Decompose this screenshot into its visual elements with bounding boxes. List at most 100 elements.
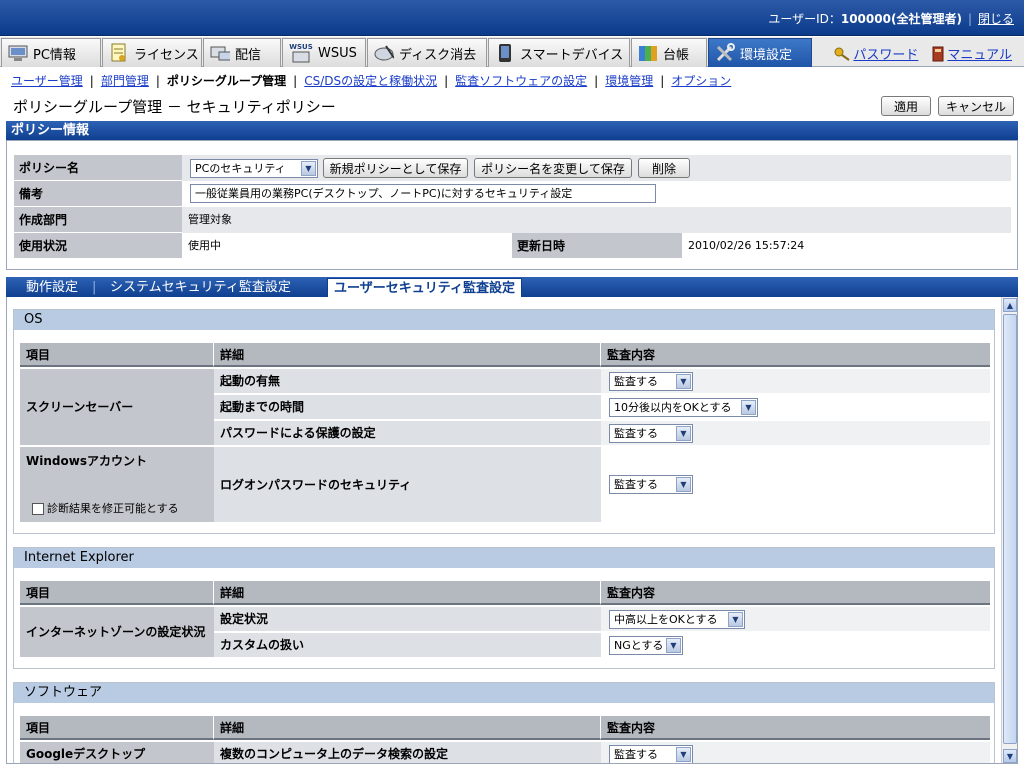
tab-wsus[interactable]: WSUS WSUS <box>282 38 366 67</box>
logon-password-select[interactable]: 監査する ▼ <box>609 475 693 494</box>
column-detail: 詳細 <box>214 343 601 367</box>
google-desktop-select[interactable]: 監査する ▼ <box>609 745 693 763</box>
detail-multi-computer-search: 複数のコンピュータ上のデータ検索の設定 <box>214 742 601 763</box>
policy-name-row: ポリシー名 PCのセキュリティ ▼ 新規ポリシーとして保存 ポリシー名を変更して保… <box>14 155 1011 181</box>
windows-account-label: Windowsアカウント <box>26 454 147 468</box>
distribution-icon <box>210 43 230 63</box>
separator: | <box>967 12 972 26</box>
startup-audit-select[interactable]: 監査する ▼ <box>609 372 693 391</box>
detail-setting-status: 設定状況 <box>214 607 601 632</box>
subnav-department-management[interactable]: 部門管理 <box>101 74 149 88</box>
tab-label: 台帳 <box>663 47 690 63</box>
top-bar: ユーザーID：100000(全社管理者) | 閉じる <box>0 0 1024 36</box>
fix-result-checkbox[interactable] <box>32 503 44 515</box>
separator: | <box>155 74 160 88</box>
cancel-button[interactable]: キャンセル <box>938 96 1014 116</box>
department-value: 管理対象 <box>182 207 1011 233</box>
main-tabs: PC情報 ライセンス 配信 WSUS WSUS ディスク消去 スマートデバイス … <box>0 37 1024 67</box>
tab-label: ライセンス <box>134 47 199 63</box>
tab-disk-erase[interactable]: ディスク消去 <box>367 38 487 67</box>
select-value: 監査する <box>614 478 658 491</box>
internet-zone-label: インターネットゾーンの設定状況 <box>20 607 214 658</box>
subnav-policy-group-management: ポリシーグループ管理 <box>166 74 287 88</box>
separator: | <box>444 74 449 88</box>
policy-name-label: ポリシー名 <box>14 155 182 181</box>
pc-icon <box>8 43 28 63</box>
ie-section-title: Internet Explorer <box>14 548 994 568</box>
select-value: NGとする <box>614 639 664 652</box>
manual-link[interactable]: マニュアル <box>947 48 1012 63</box>
wsus-icon: WSUS <box>289 43 313 63</box>
tab-smart-device[interactable]: スマートデバイス <box>488 38 630 67</box>
vertical-scrollbar[interactable]: ▲ ▼ <box>1001 297 1017 763</box>
scroll-thumb[interactable] <box>1003 314 1017 744</box>
tab-environment-settings[interactable]: 環境設定 <box>708 38 812 67</box>
subnav-environment-management[interactable]: 環境管理 <box>605 74 653 88</box>
status-value: 使用中 <box>182 233 512 259</box>
subnav-options[interactable]: オプション <box>671 74 731 88</box>
chevron-down-icon: ▼ <box>676 374 691 389</box>
tab-label: ディスク消去 <box>399 47 477 63</box>
fix-result-checkbox-row[interactable]: 診断結果を修正可能とする <box>32 500 179 516</box>
password-protection-select[interactable]: 監査する ▼ <box>609 424 693 443</box>
rename-and-save-button[interactable]: ポリシー名を変更して保存 <box>474 158 632 178</box>
page-title: ポリシーグループ管理 － セキュリティポリシー <box>13 98 336 116</box>
department-row: 作成部門 管理対象 <box>14 207 1011 233</box>
column-detail: 詳細 <box>214 716 601 740</box>
chevron-down-icon: ▼ <box>301 161 316 176</box>
chevron-down-icon: ▼ <box>728 612 743 627</box>
separator: | <box>293 74 298 88</box>
google-desktop-label: Googleデスクトップ <box>20 742 214 763</box>
separator: | <box>89 74 94 88</box>
header-links: パスワード マニュアル <box>834 44 1012 66</box>
apply-button[interactable]: 適用 <box>881 96 931 116</box>
os-table: 項目 詳細 監査内容 スクリーンセーバー 起動の有無 監査する ▼ 起動までの時間… <box>20 343 990 523</box>
key-icon <box>834 47 850 65</box>
startup-time-select[interactable]: 10分後以内をOKとする ▼ <box>609 398 758 417</box>
tab-distribution[interactable]: 配信 <box>203 38 281 67</box>
password-link[interactable]: パスワード <box>853 48 918 63</box>
policy-name-select[interactable]: PCのセキュリティ ▼ <box>190 159 318 178</box>
save-as-new-policy-button[interactable]: 新規ポリシーとして保存 <box>323 158 468 178</box>
note-input[interactable]: 一般従業員用の業務PC(デスクトップ、ノートPC)に対するセキュリティ設定 <box>190 184 656 203</box>
wsus-badge: WSUS <box>289 43 313 51</box>
delete-button[interactable]: 削除 <box>638 158 690 178</box>
scroll-up-arrow-icon[interactable]: ▲ <box>1003 298 1017 312</box>
tab-user-security-audit[interactable]: ユーザーセキュリティ監査設定 <box>327 278 522 297</box>
software-section-title: ソフトウェア <box>14 683 994 703</box>
disk-erase-icon <box>374 43 394 63</box>
user-info: ユーザーID：100000(全社管理者) | 閉じる <box>768 10 1014 27</box>
tab-label: スマートデバイス <box>520 47 624 63</box>
department-label: 作成部門 <box>14 207 182 233</box>
select-value: 10分後以内をOKとする <box>614 401 732 414</box>
subnav-user-management[interactable]: ユーザー管理 <box>11 74 83 88</box>
column-item: 項目 <box>20 343 214 367</box>
detail-startup-time: 起動までの時間 <box>214 395 601 420</box>
tab-ledger[interactable]: 台帳 <box>631 38 707 67</box>
ledger-icon <box>638 43 658 63</box>
status-row: 使用状況 使用中 更新日時 2010/02/26 15:57:24 <box>14 233 1011 259</box>
subnav-cs-ds-settings[interactable]: CS/DSの設定と稼働状況 <box>304 74 437 88</box>
zone-setting-select[interactable]: 中高以上をOKとする ▼ <box>609 610 745 629</box>
column-audit: 監査内容 <box>601 343 990 367</box>
tab-system-security-audit[interactable]: システムセキュリティ監査設定 <box>110 278 291 297</box>
select-value: 監査する <box>614 375 658 388</box>
custom-handling-select[interactable]: NGとする ▼ <box>609 636 683 655</box>
separator: | <box>660 74 665 88</box>
user-id-value: 100000(全社管理者) <box>840 12 962 26</box>
policy-name-value: PCのセキュリティ <box>195 162 286 175</box>
ie-table: 項目 詳細 監査内容 インターネットゾーンの設定状況 設定状況 中高以上をOKと… <box>20 581 990 659</box>
close-link[interactable]: 閉じる <box>978 12 1014 26</box>
tab-pc-info[interactable]: PC情報 <box>1 38 101 67</box>
tab-license[interactable]: ライセンス <box>102 38 202 67</box>
tab-label: 配信 <box>235 47 262 63</box>
ie-section: Internet Explorer 項目 詳細 監査内容 インターネットゾーンの… <box>13 547 995 669</box>
column-item: 項目 <box>20 716 214 740</box>
select-value: 監査する <box>614 748 658 761</box>
chevron-down-icon: ▼ <box>676 477 691 492</box>
chevron-down-icon: ▼ <box>676 747 691 762</box>
scroll-down-arrow-icon[interactable]: ▼ <box>1003 749 1017 763</box>
tab-operation-settings[interactable]: 動作設定 <box>26 278 78 297</box>
manual-book-icon <box>932 46 944 66</box>
subnav-audit-software-settings[interactable]: 監査ソフトウェアの設定 <box>455 74 587 88</box>
